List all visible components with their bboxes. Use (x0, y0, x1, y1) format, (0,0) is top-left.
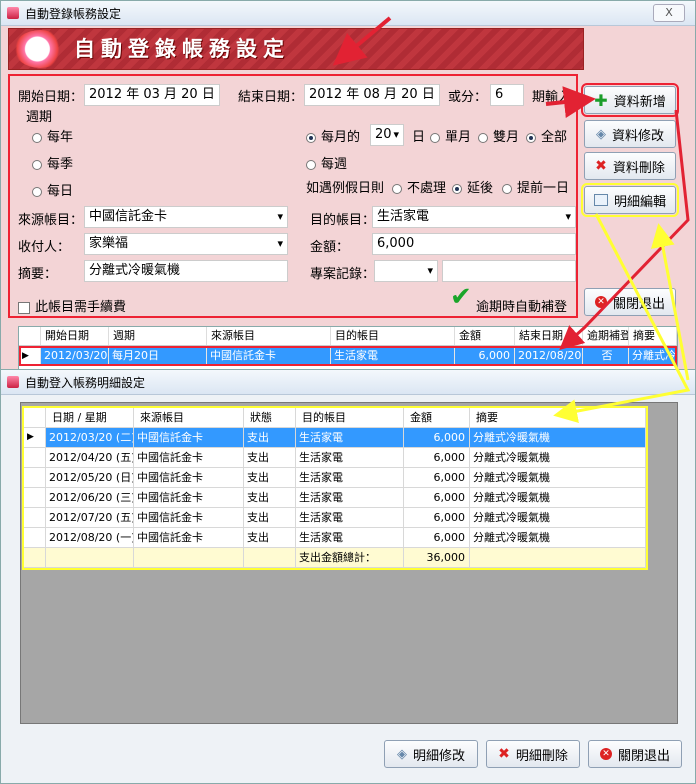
delete-icon: ✖ (595, 158, 607, 174)
monthly-day-select[interactable]: 20 (370, 124, 404, 146)
amount-label: 金額： (310, 240, 350, 255)
cycle-label: 週期 (26, 110, 53, 125)
table-row[interactable]: 2012/04/20 (五) 中國信託金卡 支出 生活家電 6,000 分離式冷… (24, 448, 646, 468)
total-label: 支出金額總計： (296, 548, 404, 567)
cycle-daily-radio[interactable]: 每日 (32, 180, 73, 199)
delete-icon: ✖ (498, 746, 510, 762)
add-record-button[interactable]: ✚ 資料新增 (581, 83, 679, 117)
check-mark-icon: ✔ (450, 282, 472, 312)
col-header[interactable]: 目的帳目 (331, 327, 455, 345)
detail-modify-button[interactable]: ◈ 明細修改 (384, 740, 478, 768)
col-header[interactable]: 摘要 (470, 408, 646, 427)
col-header[interactable]: 結束日期 (515, 327, 583, 345)
summary-label: 摘要： (18, 267, 58, 282)
close-exit-button[interactable]: ✕ 關閉退出 (584, 288, 676, 316)
delete-record-button[interactable]: ✖ 資料刪除 (584, 152, 676, 180)
table-row[interactable]: 2012/05/20 (日) 中國信託金卡 支出 生活家電 6,000 分離式冷… (24, 468, 646, 488)
project-note-field[interactable] (442, 260, 576, 282)
app-icon (7, 7, 19, 19)
periods-input[interactable]: 6 (490, 84, 524, 106)
summary-input[interactable]: 分離式冷暖氣機 (84, 260, 288, 282)
app-icon (7, 376, 19, 388)
detail-delete-button[interactable]: ✖ 明細刪除 (486, 740, 580, 768)
detail-edit-button[interactable]: 明細編輯 (581, 183, 679, 217)
source-account-label: 來源帳目： (18, 213, 84, 228)
holiday-postpone-radio[interactable]: 延後 (452, 177, 493, 196)
col-header[interactable]: 目的帳目 (296, 408, 404, 427)
grid-icon (593, 194, 608, 206)
cycle-monthly-radio[interactable]: 每月的 (306, 126, 360, 145)
end-date-label: 結束日期： (238, 90, 304, 105)
main-window-titlebar: 自動登錄帳務設定 (1, 1, 695, 26)
table-row[interactable]: 2012/06/20 (三) 中國信託金卡 支出 生活家電 6,000 分離式冷… (24, 488, 646, 508)
fee-checkbox[interactable]: 此帳目需手續費 (18, 296, 126, 315)
detail-grid: 日期 / 星期 來源帳目 狀態 目的帳目 金額 摘要 ▶ 2012/03/20 … (22, 406, 648, 570)
logo-icon (14, 30, 66, 68)
banner-title: 自動登錄帳務設定 (74, 37, 290, 61)
col-header[interactable]: 來源帳目 (207, 327, 331, 345)
col-header[interactable]: 逾期補登 (583, 327, 629, 345)
eraser-icon: ◈ (396, 746, 407, 762)
detail-window-titlebar: 自動登入帳務明細設定 (1, 370, 695, 395)
total-row: 支出金額總計： 36,000 (24, 548, 646, 568)
table-row[interactable]: 2012/08/20 (一) 中國信託金卡 支出 生活家電 6,000 分離式冷… (24, 528, 646, 548)
main-window-title: 自動登錄帳務設定 (25, 6, 122, 21)
payee-label: 收付人： (18, 240, 71, 255)
table-row[interactable]: ▶ 2012/03/20 每月20日 中國信託金卡 生活家電 6,000 201… (19, 346, 677, 366)
project-label: 專案記錄： (310, 267, 376, 282)
eraser-icon: ◈ (595, 126, 606, 142)
total-value: 36,000 (404, 548, 470, 567)
payee-select[interactable]: 家樂福 (84, 233, 288, 255)
modify-record-button[interactable]: ◈ 資料修改 (584, 120, 676, 148)
detail-close-button[interactable]: ✕ 關閉退出 (588, 740, 682, 768)
odd-month-radio[interactable]: 單月 (430, 126, 471, 145)
close-circle-icon: ✕ (599, 748, 612, 760)
col-header[interactable]: 金額 (404, 408, 470, 427)
start-date-field[interactable]: 2012 年 03 月 20 日 (84, 84, 220, 106)
detail-window-title: 自動登入帳務明細設定 (25, 375, 146, 390)
target-account-label: 目的帳目： (310, 213, 376, 228)
cycle-weekly-radio[interactable]: 每週 (306, 153, 347, 172)
col-header[interactable]: 週期 (109, 327, 207, 345)
overdue-auto-checkbox[interactable]: 逾期時自動補登 (470, 296, 567, 315)
close-window-button[interactable]: X (653, 4, 685, 22)
plus-icon: ✚ (594, 90, 608, 110)
table-row[interactable]: 2012/07/20 (五) 中國信託金卡 支出 生活家電 6,000 分離式冷… (24, 508, 646, 528)
cycle-quarterly-radio[interactable]: 每季 (32, 153, 73, 172)
schedule-grid: 開始日期 週期 來源帳目 目的帳目 金額 結束日期 逾期補登 摘要 ▶ 2012… (18, 326, 678, 370)
project-select[interactable] (374, 260, 438, 282)
col-header[interactable]: 開始日期 (41, 327, 109, 345)
target-account-select[interactable]: 生活家電 (372, 206, 576, 228)
start-date-label: 開始日期： (18, 90, 84, 105)
col-header[interactable]: 摘要 (629, 327, 677, 345)
table-row[interactable]: ▶ 2012/03/20 (二) 中國信託金卡 支出 生活家電 6,000 分離… (24, 428, 646, 448)
holiday-advance-radio[interactable]: 提前一日 (502, 177, 569, 196)
col-header[interactable]: 來源帳目 (134, 408, 244, 427)
col-header[interactable]: 金額 (455, 327, 515, 345)
detail-grid-header: 日期 / 星期 來源帳目 狀態 目的帳目 金額 摘要 (24, 408, 646, 428)
holiday-none-radio[interactable]: 不處理 (392, 177, 446, 196)
amount-input[interactable]: 6,000 (372, 233, 576, 255)
schedule-grid-header: 開始日期 週期 來源帳目 目的帳目 金額 結束日期 逾期補登 摘要 (19, 327, 677, 346)
or-periods-label: 或分： (448, 90, 488, 105)
cycle-yearly-radio[interactable]: 每年 (32, 126, 73, 145)
even-month-radio[interactable]: 雙月 (478, 126, 519, 145)
period-input-label: 期輸入 (532, 90, 572, 105)
close-circle-icon: ✕ (594, 296, 607, 308)
all-months-radio[interactable]: 全部 (526, 126, 567, 145)
holiday-rule-label: 如遇例假日則 (306, 181, 385, 196)
day-label: 日 (412, 130, 426, 145)
end-date-field[interactable]: 2012 年 08 月 20 日 (304, 84, 440, 106)
col-header[interactable]: 日期 / 星期 (46, 408, 134, 427)
col-header[interactable]: 狀態 (244, 408, 296, 427)
source-account-select[interactable]: 中國信託金卡 (84, 206, 288, 228)
